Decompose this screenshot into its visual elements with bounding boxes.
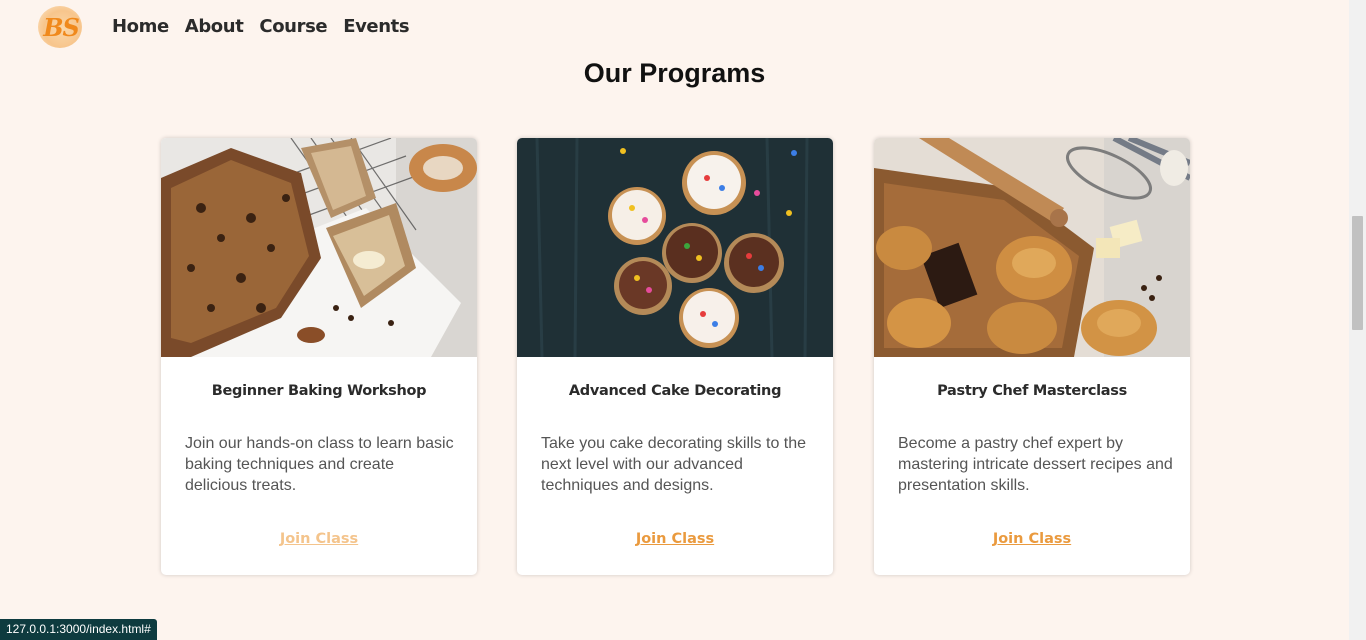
program-card: Advanced Cake Decorating Take you cake d… (517, 138, 833, 575)
nav-menu: Home About Course Events (112, 16, 410, 37)
program-card: Beginner Baking Workshop Join our hands-… (161, 138, 477, 575)
navbar: BS Home About Course Events (0, 0, 1349, 56)
nav-events[interactable]: Events (343, 16, 409, 37)
brand-logo[interactable]: BS (38, 6, 82, 48)
card-title: Pastry Chef Masterclass (937, 383, 1127, 399)
join-class-link[interactable]: Join Class (161, 531, 477, 547)
program-card: Pastry Chef Masterclass Become a pastry … (874, 138, 1190, 575)
pastries-image (874, 138, 1190, 357)
vertical-scrollbar[interactable] (1349, 0, 1366, 640)
join-class-link[interactable]: Join Class (517, 531, 833, 547)
banana-bread-image (161, 138, 477, 357)
logo-text: BS (43, 13, 80, 42)
card-title: Advanced Cake Decorating (568, 383, 782, 399)
scrollbar-thumb[interactable] (1352, 216, 1363, 330)
nav-about[interactable]: About (185, 16, 244, 37)
nav-home[interactable]: Home (112, 16, 169, 37)
card-title: Beginner Baking Workshop (211, 383, 427, 399)
join-class-link[interactable]: Join Class (874, 531, 1190, 547)
cupcakes-image (517, 138, 833, 357)
status-bar-url: 127.0.0.1:3000/index.html# (0, 619, 157, 640)
card-description: Join our hands-on class to learn basic b… (185, 435, 454, 494)
card-description: Take you cake decorating skills to the n… (541, 435, 807, 494)
card-description: Become a pastry chef expert by mastering… (898, 435, 1173, 494)
nav-course[interactable]: Course (259, 16, 327, 37)
section-title: Our Programs (583, 58, 766, 88)
